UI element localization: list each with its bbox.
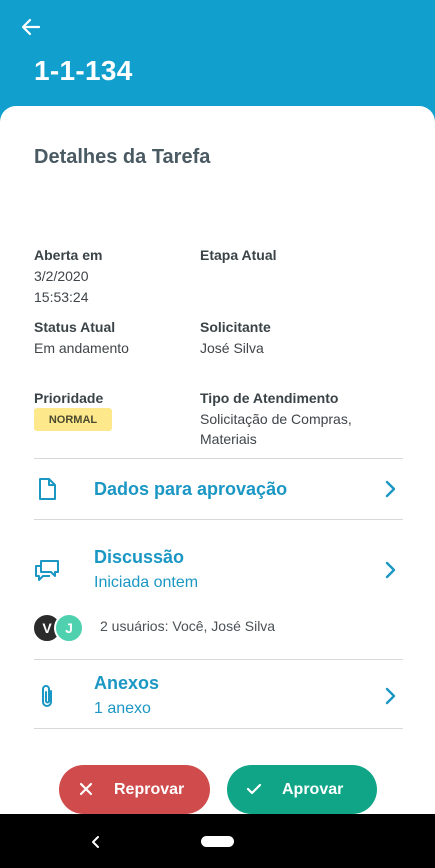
chevron-left-icon [92,836,99,848]
task-details-card: Detalhes da Tarefa Aberta em 3/2/2020 15… [0,106,435,814]
opened-label: Aberta em [34,247,103,263]
participants-text: 2 usuários: Você, José Silva [100,618,276,634]
document-icon [33,475,61,503]
service-type-value-line2: Materiais [200,431,257,447]
nav-back-button[interactable] [86,832,106,852]
attachments-title: Anexos [94,673,160,693]
discussion-title: Discussão [94,547,185,567]
priority-label: Prioridade [34,390,104,406]
reject-label: Reprovar [114,781,185,798]
service-type-label: Tipo de Atendimento [200,390,339,406]
opened-date: 3/2/2020 [34,268,89,284]
priority-badge: NORMAL [34,408,112,431]
chevron-right-icon [380,479,400,499]
section-title: Detalhes da Tarefa [34,146,211,168]
requester-label: Solicitante [200,319,271,335]
requester-value: José Silva [200,340,264,356]
chevron-right-icon [380,560,400,580]
discussion-row[interactable]: Discussão Iniciada ontem [0,520,435,600]
stage-label: Etapa Atual [200,247,277,263]
avatar: J [54,613,84,643]
nav-home-button[interactable] [201,836,234,847]
discussion-subtitle: Iniciada ontem [94,574,199,591]
paperclip-icon [33,682,61,710]
reject-button[interactable]: Reprovar [59,765,210,814]
close-icon [77,780,95,798]
status-value: Em andamento [34,340,129,356]
divider [34,728,403,729]
page-title: 1-1-134 [34,55,133,86]
approve-button[interactable]: Aprovar [227,765,377,814]
attachments-subtitle: 1 anexo [94,700,151,717]
status-label: Status Atual [34,319,116,335]
service-type-value-line1: Solicitação de Compras, [200,411,352,427]
approve-label: Aprovar [282,781,344,798]
arrow-left-icon [21,18,41,36]
opened-time: 15:53:24 [34,289,89,305]
attachments-row[interactable]: Anexos 1 anexo [0,660,435,728]
approval-data-row[interactable]: Dados para aprovação [0,459,435,519]
back-button[interactable] [18,14,44,40]
chevron-right-icon [380,686,400,706]
approval-data-title: Dados para aprovação [94,479,288,499]
check-icon [245,780,263,798]
system-nav-bar [0,814,435,868]
chat-icon [33,556,61,584]
